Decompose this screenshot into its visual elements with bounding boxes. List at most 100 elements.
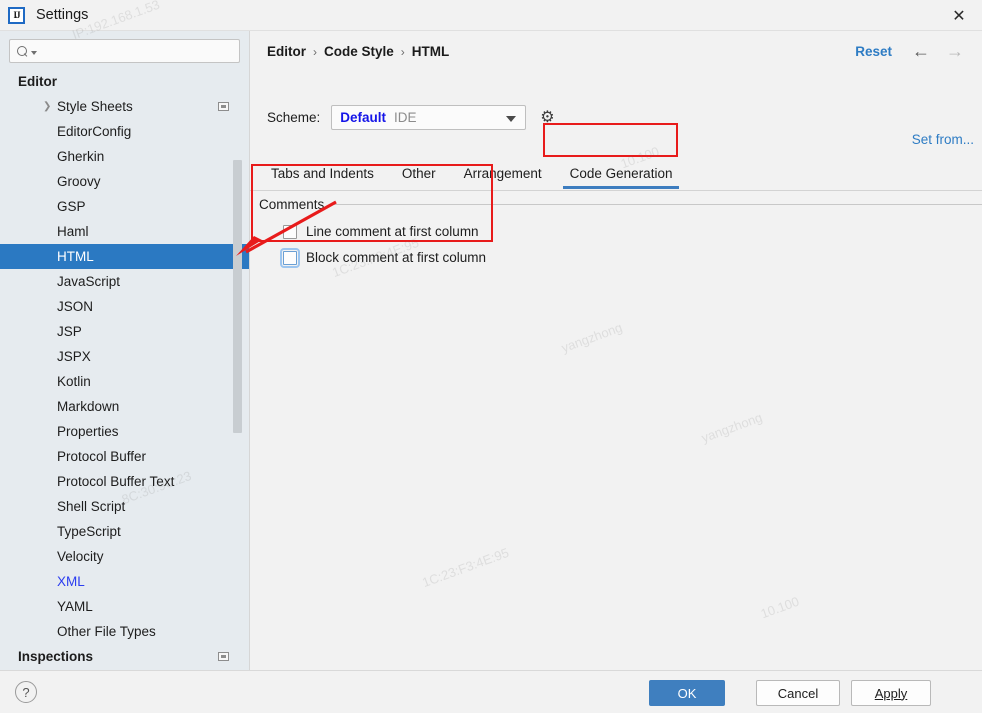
search-box[interactable]	[9, 39, 240, 63]
breadcrumb: Editor › Code Style › HTML	[267, 44, 449, 59]
line-comment-label: Line comment at first column	[306, 224, 479, 239]
sidebar-item-label: JavaScript	[57, 274, 121, 289]
module-badge-icon	[218, 102, 229, 111]
breadcrumb-separator: ›	[400, 44, 405, 59]
sidebar-item-label: Shell Script	[57, 499, 126, 514]
tab-other[interactable]: Other	[388, 166, 450, 189]
gear-icon[interactable]: ⚙	[540, 109, 557, 126]
apply-button[interactable]: Apply	[851, 680, 931, 706]
back-arrow-icon[interactable]: ←	[912, 42, 930, 60]
scheme-dropdown[interactable]: Default IDE	[331, 105, 527, 130]
sidebar-item-label: JSP	[57, 324, 82, 339]
apply-button-label: Apply	[874, 685, 908, 701]
tabs-underline	[250, 190, 982, 191]
search-area	[0, 31, 249, 69]
tab-code-generation[interactable]: Code Generation	[556, 166, 687, 189]
intellij-logo-icon: IJ	[8, 6, 25, 24]
sidebar-scrollbar-track[interactable]	[233, 129, 242, 664]
sidebar-item-properties[interactable]: Properties	[0, 419, 249, 444]
breadcrumb-item[interactable]: HTML	[412, 44, 450, 59]
sidebar-item-haml[interactable]: Haml	[0, 219, 249, 244]
sidebar-group-editor[interactable]: Editor	[0, 69, 249, 94]
sidebar-item-label: EditorConfig	[57, 124, 132, 139]
line-comment-checkbox-row[interactable]: Line comment at first column	[283, 224, 479, 239]
sidebar-item-label: Markdown	[57, 399, 120, 414]
window-title: Settings	[36, 7, 89, 23]
block-comment-checkbox[interactable]	[280, 247, 300, 268]
group-divider	[333, 204, 982, 205]
sidebar-item-shell-script[interactable]: Shell Script	[0, 494, 249, 519]
set-from-link[interactable]: Set from...	[912, 132, 974, 147]
settings-content: Editor › Code Style › HTML Reset ← → Scheme:…	[249, 31, 982, 670]
scheme-label: Scheme:	[267, 110, 321, 125]
chevron-down-icon	[506, 116, 517, 122]
help-button[interactable]: ?	[15, 681, 37, 703]
settings-tree: Editor ❯ Style Sheets EditorConfig Gherkin Gr…	[0, 69, 249, 669]
sidebar-item-editorconfig[interactable]: EditorConfig	[0, 119, 249, 144]
window-titlebar: IJ Settings ✕	[0, 0, 982, 31]
sidebar-item-kotlin[interactable]: Kotlin	[0, 369, 249, 394]
block-comment-label: Block comment at first column	[306, 250, 487, 265]
sidebar-item-markdown[interactable]: Markdown	[0, 394, 249, 419]
sidebar-item-label: Style Sheets	[57, 99, 133, 114]
sidebar-item-label: GSP	[57, 199, 86, 214]
sidebar-item-json[interactable]: JSON	[0, 294, 249, 319]
forward-arrow-icon[interactable]: →	[946, 42, 964, 60]
sidebar-item-label: Kotlin	[57, 374, 91, 389]
sidebar-item-groovy[interactable]: Groovy	[0, 169, 249, 194]
sidebar-item-label: Velocity	[57, 549, 104, 564]
sidebar-item-jsp[interactable]: JSP	[0, 319, 249, 344]
line-comment-checkbox[interactable]	[283, 224, 297, 239]
close-icon[interactable]: ✕	[936, 0, 982, 31]
sidebar-item-label: TypeScript	[57, 524, 121, 539]
ok-button[interactable]: OK	[649, 680, 725, 706]
sidebar-item-label: JSPX	[57, 349, 91, 364]
settings-sidebar: Editor ❯ Style Sheets EditorConfig Gherkin Gr…	[0, 31, 249, 670]
group-title: Comments	[259, 197, 325, 212]
comments-group-header: Comments	[259, 197, 982, 212]
sidebar-group-inspections[interactable]: Inspections	[0, 644, 249, 669]
module-badge-icon	[218, 652, 229, 661]
sidebar-item-typescript[interactable]: TypeScript	[0, 519, 249, 544]
sidebar-item-label: JSON	[57, 299, 94, 314]
dialog-footer: ? OK Cancel Apply	[0, 670, 982, 713]
sidebar-item-label: Other File Types	[57, 624, 156, 639]
sidebar-item-label: Protocol Buffer Text	[57, 474, 175, 489]
sidebar-item-html[interactable]: HTML	[0, 244, 249, 269]
settings-tabs: Tabs and Indents Other Arrangement Code Gen…	[267, 159, 686, 189]
block-comment-checkbox-row[interactable]: Block comment at first column	[280, 247, 487, 268]
chevron-right-icon[interactable]: ❯	[43, 94, 57, 119]
breadcrumb-separator: ›	[313, 44, 317, 59]
tab-tabs-and-indents[interactable]: Tabs and Indents	[267, 166, 388, 189]
breadcrumb-item[interactable]: Code Style	[324, 44, 394, 59]
sidebar-scrollbar-thumb[interactable]	[233, 160, 242, 433]
breadcrumb-item[interactable]: Editor	[267, 44, 306, 59]
search-input[interactable]	[37, 42, 239, 60]
scheme-scope: IDE	[394, 110, 417, 125]
reset-link[interactable]: Reset	[855, 44, 892, 59]
scheme-row: Scheme: Default IDE ⚙	[267, 105, 557, 130]
sidebar-item-label: Properties	[57, 424, 119, 439]
sidebar-item-velocity[interactable]: Velocity	[0, 544, 249, 569]
sidebar-item-label: Gherkin	[57, 149, 105, 164]
sidebar-item-label: Groovy	[57, 174, 101, 189]
sidebar-item-jspx[interactable]: JSPX	[0, 344, 249, 369]
tab-arrangement[interactable]: Arrangement	[450, 166, 556, 189]
sidebar-item-xml[interactable]: XML	[0, 569, 249, 594]
sidebar-item-javascript[interactable]: JavaScript	[0, 269, 249, 294]
sidebar-item-label: Protocol Buffer	[57, 449, 147, 464]
intellij-logo-text: IJ	[13, 9, 20, 20]
sidebar-item-label: YAML	[57, 599, 93, 614]
cancel-button[interactable]: Cancel	[756, 680, 840, 706]
settings-dialog: IJ Settings ✕ Editor ❯ Style Sheets EditorC…	[0, 0, 982, 713]
sidebar-item-style-sheets[interactable]: ❯ Style Sheets	[0, 94, 249, 119]
sidebar-item-gsp[interactable]: GSP	[0, 194, 249, 219]
scheme-name: Default	[340, 110, 387, 125]
sidebar-item-yaml[interactable]: YAML	[0, 594, 249, 619]
sidebar-item-other-file-types[interactable]: Other File Types	[0, 619, 249, 644]
sidebar-item-protocol-buffer-text[interactable]: Protocol Buffer Text	[0, 469, 249, 494]
search-icon	[17, 45, 30, 58]
sidebar-item-label: XML	[57, 574, 85, 589]
sidebar-item-gherkin[interactable]: Gherkin	[0, 144, 249, 169]
sidebar-item-protocol-buffer[interactable]: Protocol Buffer	[0, 444, 249, 469]
